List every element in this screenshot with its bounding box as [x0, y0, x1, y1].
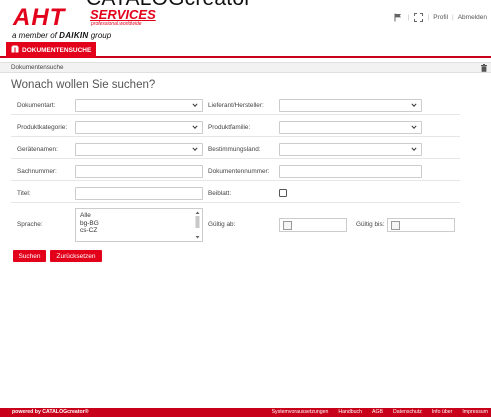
footer-link-imprint[interactable]: Impressum — [462, 408, 488, 417]
logo-services-subtitle: professional.worldwide — [91, 21, 142, 27]
chevron-down-icon — [411, 147, 417, 151]
nav-separator: | — [427, 13, 430, 21]
supplier-select[interactable] — [279, 99, 422, 112]
fullscreen-icon[interactable] — [414, 12, 424, 22]
tab-dokumentensuche[interactable]: DOKUMENTENSUCHE — [6, 42, 97, 58]
footer: powered by CATALOGcreator® Systemvorauss… — [0, 408, 491, 417]
footer-link-system-requirements[interactable]: Systemvoraussetzungen — [272, 408, 329, 417]
form-row: Produktkategorie: Produktfamilie: — [11, 118, 460, 137]
form-row: Dokumentart: Lieferant/Hersteller: — [11, 96, 460, 115]
language-listbox[interactable]: Alle bg-BG cs-CZ — [75, 208, 203, 242]
chevron-down-icon — [192, 125, 198, 129]
form-row: Sachnummer: Dokumentennummer: — [11, 162, 460, 181]
language-option[interactable]: cs-CZ — [80, 227, 202, 235]
chevron-down-icon — [192, 103, 198, 107]
attachment-checkbox[interactable] — [279, 189, 287, 197]
device-names-select[interactable] — [75, 143, 203, 156]
logo-member-line: a member of DAIKIN group — [12, 31, 111, 40]
logout-link[interactable]: Abmelden — [458, 14, 487, 21]
valid-to-label: Gültig bis: — [356, 221, 385, 228]
footer-link-privacy[interactable]: Datenschutz — [393, 408, 422, 417]
valid-to-input[interactable] — [387, 218, 455, 232]
footer-link-about[interactable]: Info über — [432, 408, 452, 417]
form-row: Gerätenamen: Bestimmungsland: — [11, 140, 460, 159]
footer-link-terms[interactable]: AGB — [372, 408, 383, 417]
footer-link-manual[interactable]: Handbuch — [338, 408, 362, 417]
logo-aht-text: AHT — [13, 4, 66, 31]
reset-button[interactable]: Zurücksetzen — [50, 250, 102, 262]
item-number-label: Sachnummer: — [17, 168, 57, 175]
language-label: Sprache: — [17, 221, 43, 228]
top-nav: | | Profil | Abmelden — [394, 12, 487, 22]
device-names-label: Gerätenamen: — [17, 146, 58, 153]
document-type-select[interactable] — [75, 99, 203, 112]
trash-icon[interactable] — [480, 64, 488, 72]
logo-services-text: SERVICES — [90, 7, 156, 22]
chevron-down-icon — [192, 147, 198, 151]
search-heading: Wonach wollen Sie suchen? — [11, 79, 156, 91]
powered-by-text: powered by CATALOGcreator® — [12, 409, 89, 415]
destination-country-label: Bestimmungsland: — [208, 146, 261, 153]
language-option[interactable]: bg-BG — [80, 220, 202, 228]
language-option[interactable]: Alle — [80, 212, 202, 220]
product-category-label: Produktkategorie: — [17, 124, 68, 131]
calendar-icon[interactable] — [283, 221, 292, 230]
item-number-input[interactable] — [75, 165, 203, 178]
document-type-label: Dokumentart: — [17, 102, 56, 109]
chevron-down-icon — [411, 103, 417, 107]
supplier-label: Lieferant/Hersteller: — [208, 102, 264, 109]
valid-from-label: Gültig ab: — [208, 221, 236, 228]
tab-bar: DOKUMENTENSUCHE — [0, 42, 491, 58]
document-number-label: Dokumentennummer: — [208, 168, 270, 175]
chevron-down-icon — [411, 125, 417, 129]
product-family-label: Produktfamilie: — [208, 124, 251, 131]
panel-title: Dokumentensuche — [11, 64, 64, 71]
form-row: Titel: Beiblatt: — [11, 184, 460, 203]
nav-separator: | — [452, 13, 454, 21]
attachment-label: Beiblatt: — [208, 190, 232, 197]
aht-services-logo: AHT SERVICES professional.worldwide a me… — [10, 4, 170, 41]
listbox-scrollbar[interactable] — [194, 210, 201, 240]
footer-links: Systemvoraussetzungen Handbuch AGB Daten… — [272, 408, 488, 417]
search-button[interactable]: Suchen — [13, 250, 46, 262]
tab-label: DOKUMENTENSUCHE — [22, 46, 92, 54]
logo-member-suffix: group — [90, 31, 112, 40]
document-number-input[interactable] — [279, 165, 422, 178]
product-category-select[interactable] — [75, 121, 203, 134]
logo-member-brand: DAIKIN — [59, 31, 89, 40]
profile-link[interactable]: Profil — [433, 14, 448, 21]
valid-from-input[interactable] — [279, 218, 347, 232]
panel-header: Dokumentensuche — [0, 62, 491, 73]
title-input[interactable] — [75, 187, 203, 200]
calendar-icon[interactable] — [391, 221, 400, 230]
title-label: Titel: — [17, 190, 31, 197]
logo-member-prefix: a member of — [12, 31, 57, 40]
flag-icon[interactable] — [394, 12, 404, 22]
nav-separator: | — [407, 13, 410, 21]
tab-document-icon — [11, 45, 19, 55]
destination-country-select[interactable] — [279, 143, 422, 156]
product-family-select[interactable] — [279, 121, 422, 134]
